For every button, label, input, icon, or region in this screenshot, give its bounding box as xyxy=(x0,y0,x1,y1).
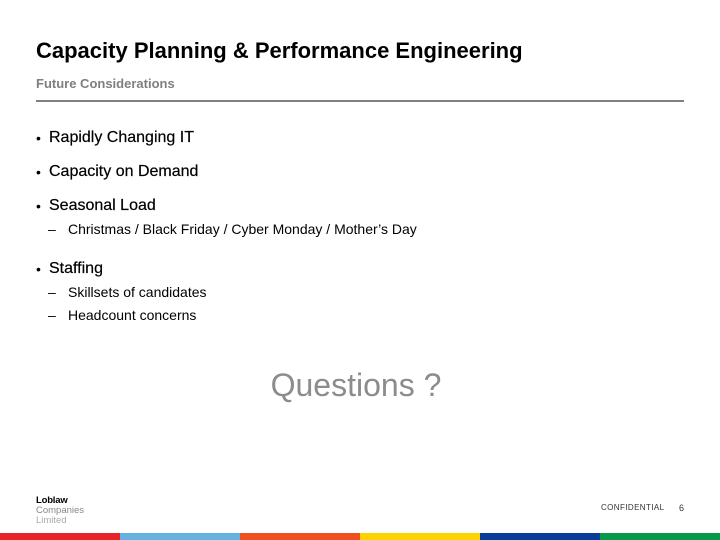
bullet-text: Seasonal Load xyxy=(49,197,156,214)
color-segment xyxy=(0,533,120,540)
confidential-label: CONFIDENTIAL xyxy=(601,503,665,512)
bullet-dot-icon: • xyxy=(36,198,41,214)
company-logo: Loblaw Companies Limited xyxy=(36,496,84,526)
bullet-group: • Rapidly Changing IT xyxy=(36,128,676,148)
color-segment xyxy=(120,533,240,540)
bullet-group: • Capacity on Demand xyxy=(36,162,676,182)
bullet-group: • Seasonal Load – Christmas / Black Frid… xyxy=(36,196,676,241)
dash-icon: – xyxy=(48,307,56,323)
sub-bullet-text: Headcount concerns xyxy=(68,307,197,323)
sub-bullet-list: – Skillsets of candidates – Headcount co… xyxy=(36,281,676,327)
sub-bullet-list: – Christmas / Black Friday / Cyber Monda… xyxy=(36,218,676,241)
sub-bullet-item: – Christmas / Black Friday / Cyber Monda… xyxy=(36,218,676,241)
bullet-item: • Seasonal Load xyxy=(36,196,676,216)
bullet-item: • Capacity on Demand xyxy=(36,162,676,182)
bullet-dot-icon: • xyxy=(36,261,41,277)
color-segment xyxy=(600,533,720,540)
color-segment xyxy=(480,533,600,540)
dash-icon: – xyxy=(48,221,56,237)
bullet-item: • Rapidly Changing IT xyxy=(36,128,676,148)
sub-bullet-text: Skillsets of candidates xyxy=(68,284,207,300)
questions-text: Questions ? xyxy=(270,367,442,403)
page-number: 6 xyxy=(679,503,685,513)
brand-color-bar xyxy=(0,533,720,540)
sub-bullet-item: – Skillsets of candidates xyxy=(36,281,676,304)
bullet-dot-icon: • xyxy=(36,164,41,180)
bullet-list: • Rapidly Changing IT • Capacity on Dema… xyxy=(36,128,676,336)
bullet-text: Rapidly Changing IT xyxy=(49,129,194,146)
bullet-group: • Staffing – Skillsets of candidates – H… xyxy=(36,259,676,327)
slide-title: Capacity Planning & Performance Engineer… xyxy=(36,38,523,63)
bullet-dot-icon: • xyxy=(36,130,41,146)
sub-bullet-text: Christmas / Black Friday / Cyber Monday … xyxy=(68,221,417,237)
bullet-item: • Staffing xyxy=(36,259,676,279)
sub-bullet-item: – Headcount concerns xyxy=(36,304,676,327)
slide-subtitle: Future Considerations xyxy=(36,76,175,91)
color-segment xyxy=(360,533,480,540)
color-segment xyxy=(240,533,360,540)
bullet-text: Capacity on Demand xyxy=(49,163,199,180)
logo-line: Limited xyxy=(36,515,67,526)
bullet-text: Staffing xyxy=(49,260,103,277)
dash-icon: – xyxy=(48,284,56,300)
title-divider xyxy=(36,100,684,102)
